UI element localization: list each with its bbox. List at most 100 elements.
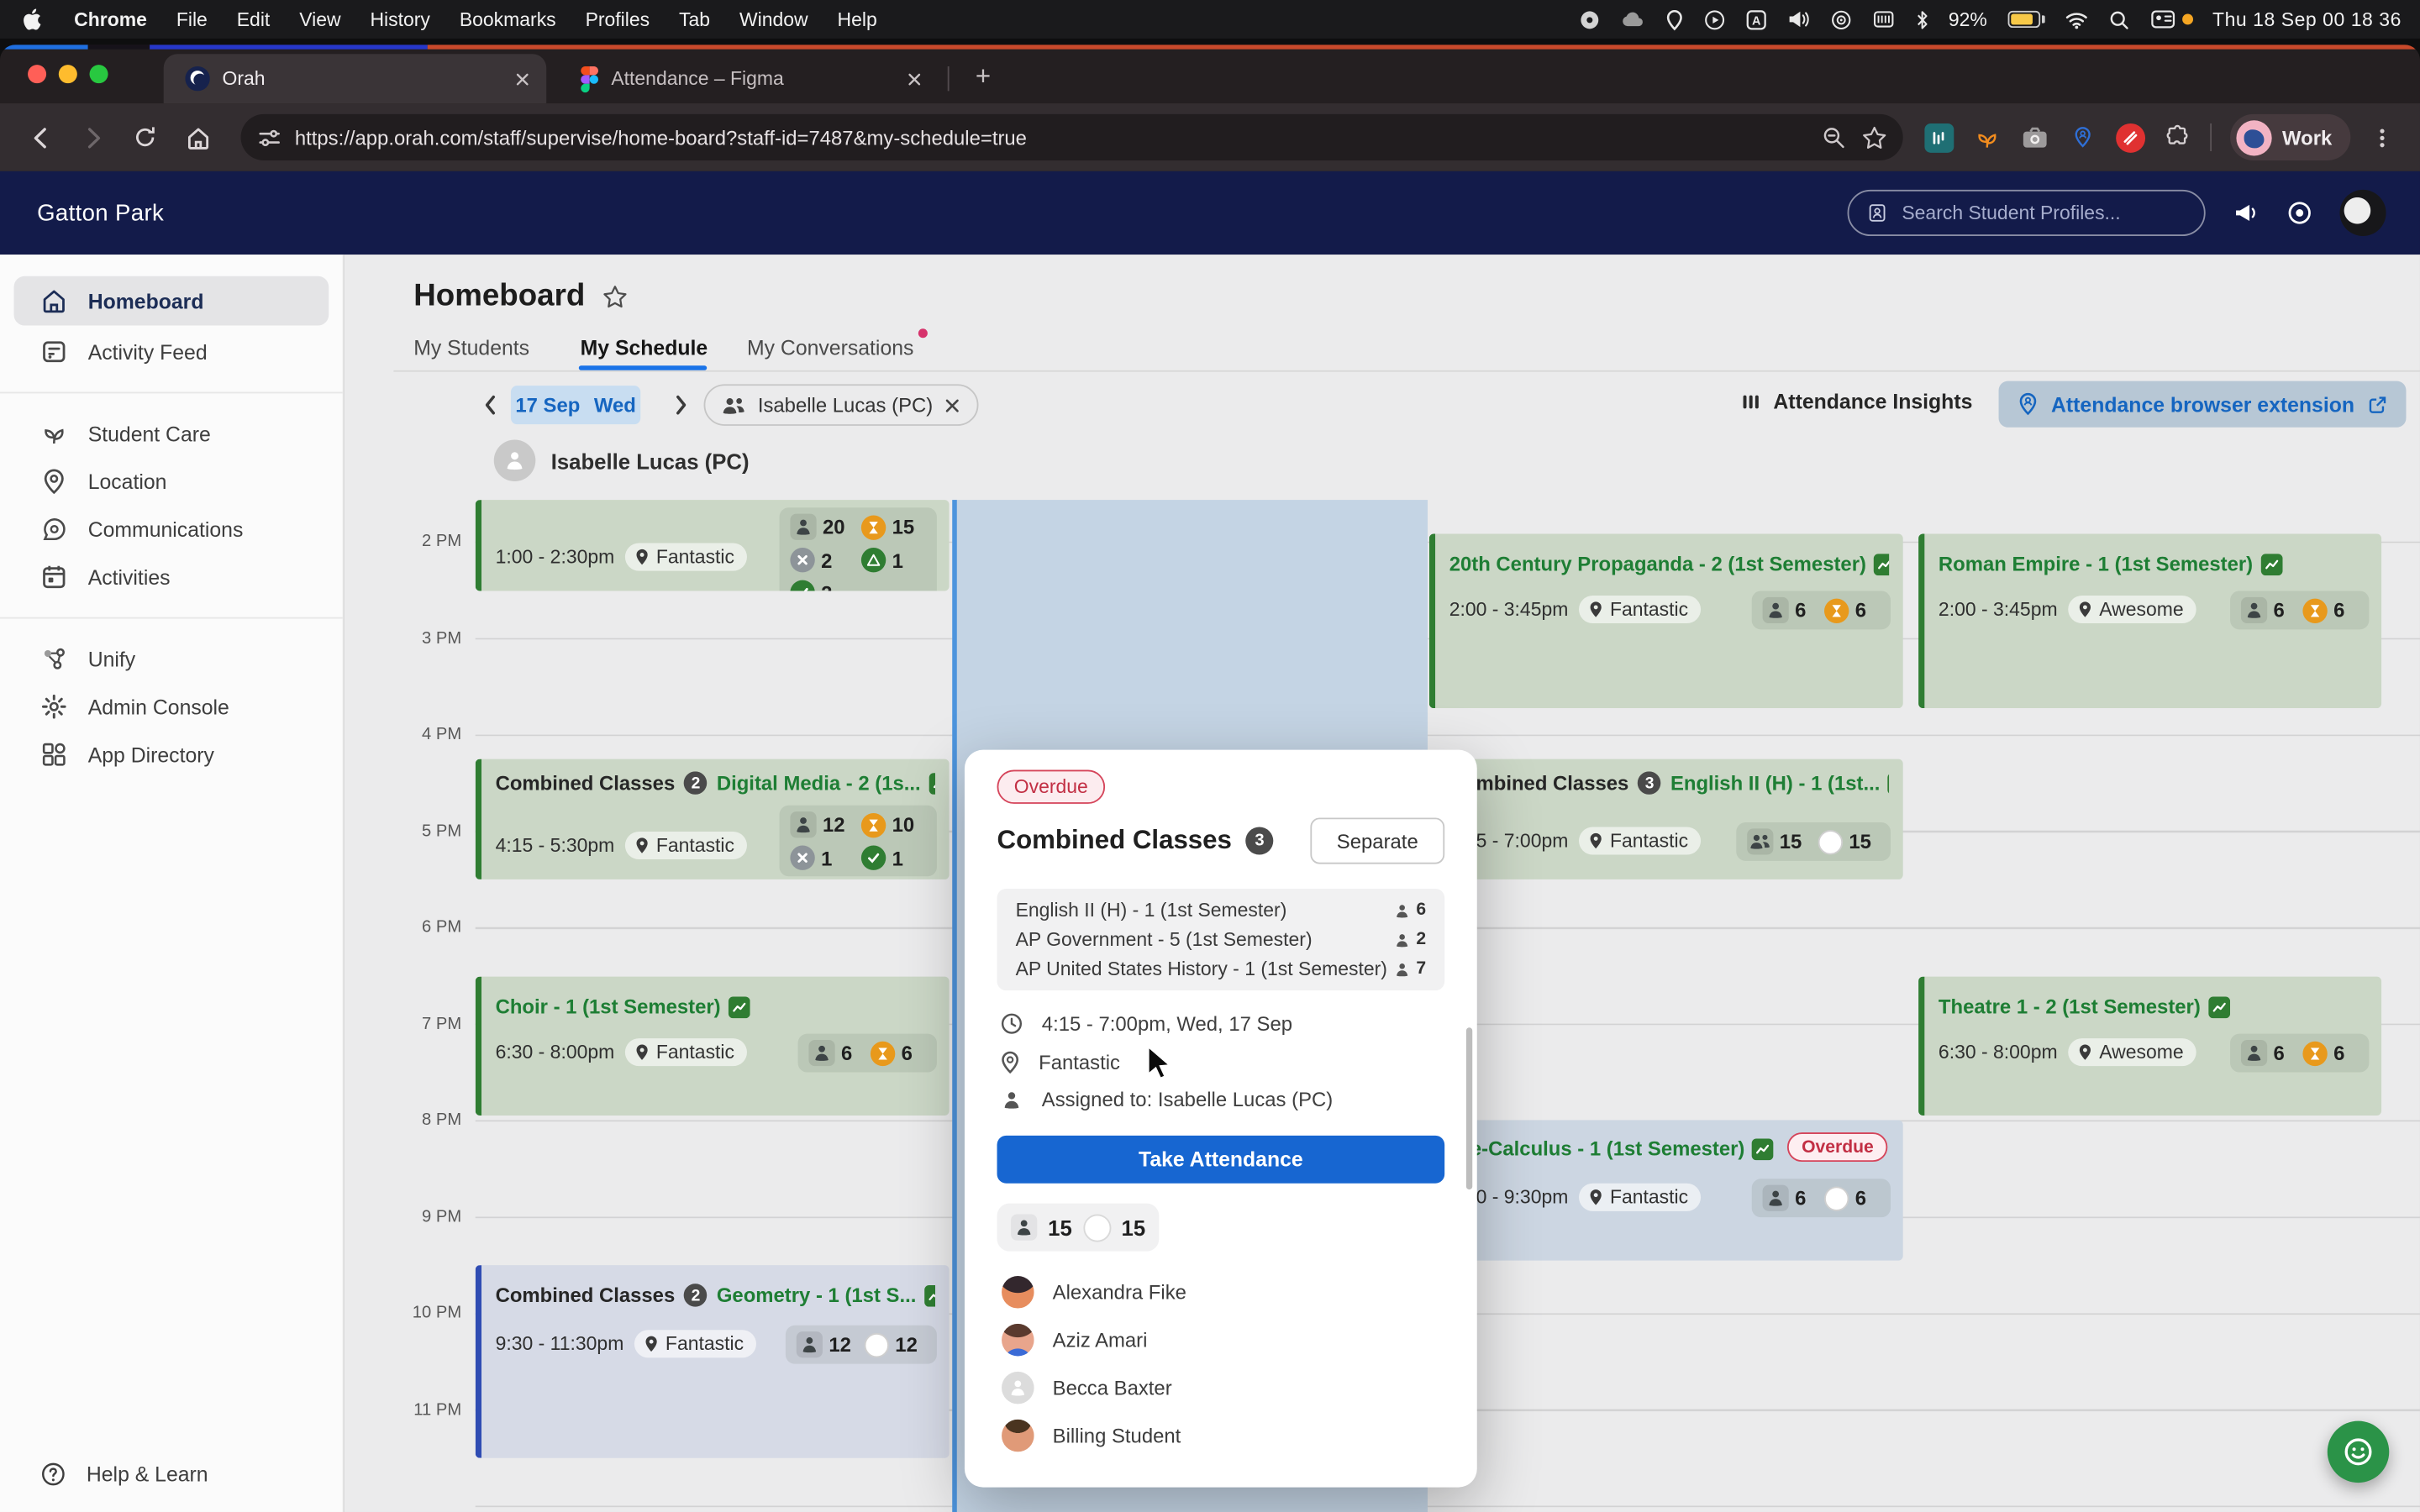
- zoom-out-icon[interactable]: [1821, 125, 1845, 150]
- airplay-icon[interactable]: [1829, 8, 1851, 30]
- event-location: Fantastic: [656, 546, 734, 568]
- cloud-icon[interactable]: [1620, 11, 1644, 28]
- student-search[interactable]: [1848, 190, 2206, 236]
- attendance-insights-button[interactable]: Attendance Insights: [1741, 391, 1973, 414]
- close-tab-icon[interactable]: [514, 71, 531, 87]
- close-window-button[interactable]: [28, 65, 46, 83]
- new-tab-button[interactable]: +: [966, 61, 1000, 92]
- sidebar-item-homeboard[interactable]: Homeboard: [14, 276, 329, 326]
- menu-bar-clock[interactable]: Thu 18 Sep 00 18 36: [2212, 8, 2402, 30]
- event-card[interactable]: 1:00 - 2:30pm Fantastic 20 15 2 1: [476, 500, 950, 591]
- modal-scrollbar[interactable]: [1466, 1027, 1472, 1189]
- search-input[interactable]: [1902, 202, 2185, 224]
- support-chat-button[interactable]: [2328, 1421, 2389, 1483]
- tab-figma[interactable]: Attendance – Figma: [559, 54, 939, 103]
- favorite-star-icon[interactable]: [602, 284, 629, 310]
- event-card[interactable]: 20th Century Propaganda - 2 (1st Semeste…: [1429, 534, 1903, 709]
- minimize-window-button[interactable]: [59, 65, 77, 83]
- take-attendance-button[interactable]: Take Attendance: [997, 1136, 1445, 1184]
- prev-day-button[interactable]: [472, 387, 506, 421]
- event-card[interactable]: Theatre 1 - 2 (1st Semester) 6:30 - 8:00…: [1918, 977, 2381, 1116]
- sidebar-item-student-care[interactable]: Student Care: [0, 411, 343, 457]
- reload-button[interactable]: [124, 116, 166, 159]
- present-icon: [1011, 1215, 1037, 1241]
- focus-target-icon[interactable]: [2286, 199, 2313, 227]
- home-button[interactable]: [176, 116, 218, 159]
- next-day-button[interactable]: [664, 387, 697, 421]
- input-source-icon[interactable]: [1744, 8, 1766, 30]
- sidebar-item-location[interactable]: Location: [0, 459, 343, 505]
- bookmark-star-icon[interactable]: [1861, 124, 1887, 150]
- event-card[interactable]: Pre-Calculus - 1 (1st Semester) Overdue …: [1429, 1120, 1903, 1260]
- menu-item-edit[interactable]: Edit: [237, 8, 271, 30]
- event-card[interactable]: Combined Classes 3 English II (H) - 1 (1…: [1429, 759, 1903, 879]
- date-pill[interactable]: 17 Sep Wed: [511, 386, 640, 424]
- attendance-extension-link[interactable]: Attendance browser extension: [1999, 381, 2406, 428]
- event-card[interactable]: Roman Empire - 1 (1st Semester) 2:00 - 3…: [1918, 534, 2381, 709]
- tab-my-conversations[interactable]: My Conversations: [747, 336, 913, 360]
- tab-my-schedule[interactable]: My Schedule: [581, 336, 708, 360]
- spotlight-icon[interactable]: [2107, 8, 2129, 30]
- scanner-icon[interactable]: [1871, 8, 1895, 31]
- sidebar-item-admin-console[interactable]: Admin Console: [0, 684, 343, 730]
- remove-filter-icon[interactable]: [944, 396, 962, 414]
- site-settings-icon[interactable]: [256, 124, 282, 150]
- event-time: 4:15 - 5:30pm: [496, 835, 615, 857]
- menu-item-tab[interactable]: Tab: [679, 8, 710, 30]
- tab-my-students[interactable]: My Students: [413, 336, 529, 360]
- sidebar-item-help-learn[interactable]: Help & Learn: [40, 1461, 208, 1487]
- class-count-badge: 3: [1245, 827, 1273, 854]
- extension-sprout-icon[interactable]: [1972, 123, 2002, 152]
- student-row[interactable]: Becca Baxter: [1002, 1372, 1172, 1404]
- volume-icon[interactable]: [1786, 9, 1810, 29]
- event-card[interactable]: Choir - 1 (1st Semester) 6:30 - 8:00pm F…: [476, 977, 950, 1116]
- bluetooth-icon[interactable]: [1914, 8, 1928, 30]
- battery-icon[interactable]: [2007, 11, 2044, 28]
- extension-adblock-icon[interactable]: [2116, 123, 2145, 152]
- event-card[interactable]: Combined Classes 2 Digital Media - 2 (1s…: [476, 759, 950, 879]
- menu-item-window[interactable]: Window: [739, 8, 808, 30]
- forward-button[interactable]: [71, 116, 113, 159]
- back-button[interactable]: [18, 116, 61, 159]
- apple-icon[interactable]: [22, 8, 45, 31]
- extension-camera-icon[interactable]: [2020, 123, 2049, 152]
- address-bar[interactable]: https://app.orah.com/staff/supervise/hom…: [241, 114, 1903, 160]
- sidebar-item-unify[interactable]: Unify: [0, 636, 343, 682]
- menu-item-view[interactable]: View: [299, 8, 340, 30]
- menu-item-profiles[interactable]: Profiles: [586, 8, 650, 30]
- sidebar-item-app-directory[interactable]: App Directory: [0, 732, 343, 778]
- time-label: 10 PM: [345, 1304, 462, 1322]
- sidebar-item-activity-feed[interactable]: Activity Feed: [0, 328, 343, 375]
- sidebar-item-activities[interactable]: Activities: [0, 554, 343, 600]
- student-name: Billing Student: [1053, 1424, 1181, 1447]
- user-avatar[interactable]: [2339, 190, 2386, 236]
- event-card[interactable]: Combined Classes 2 Geometry - 1 (1st S..…: [476, 1265, 950, 1458]
- announcements-icon[interactable]: [2232, 199, 2260, 227]
- separate-button[interactable]: Separate: [1310, 817, 1444, 864]
- extensions-puzzle-icon[interactable]: [2164, 123, 2191, 151]
- menu-item-chrome[interactable]: Chrome: [74, 8, 147, 30]
- extension-analytics-icon[interactable]: [1924, 123, 1954, 152]
- play-status-icon[interactable]: [1703, 8, 1725, 30]
- location-status-icon[interactable]: [1665, 8, 1683, 30]
- student-row[interactable]: Alexandra Fike: [1002, 1276, 1186, 1309]
- close-tab-icon[interactable]: [906, 71, 923, 87]
- person-filter-chip[interactable]: Isabelle Lucas (PC): [704, 384, 980, 426]
- menu-item-history[interactable]: History: [370, 8, 429, 30]
- profile-chip[interactable]: Work: [2230, 114, 2351, 160]
- extension-location-icon[interactable]: [2068, 123, 2097, 152]
- menu-item-bookmarks[interactable]: Bookmarks: [460, 8, 556, 30]
- student-row[interactable]: Billing Student: [1002, 1420, 1181, 1452]
- student-row[interactable]: Aziz Amari: [1002, 1324, 1147, 1357]
- browser-menu-icon[interactable]: [2369, 124, 2395, 150]
- control-center-icon[interactable]: [2149, 9, 2175, 29]
- menu-item-help[interactable]: Help: [838, 8, 877, 30]
- sidebar-item-communications[interactable]: Communications: [0, 506, 343, 552]
- zoom-window-button[interactable]: [90, 65, 108, 83]
- wifi-icon[interactable]: [2065, 10, 2088, 29]
- url-text[interactable]: https://app.orah.com/staff/supervise/hom…: [295, 126, 1806, 150]
- menu-item-file[interactable]: File: [176, 8, 208, 30]
- time-label: 11 PM: [345, 1400, 462, 1419]
- screen-record-icon[interactable]: [1578, 8, 1600, 30]
- tab-orah[interactable]: Orah: [164, 54, 547, 103]
